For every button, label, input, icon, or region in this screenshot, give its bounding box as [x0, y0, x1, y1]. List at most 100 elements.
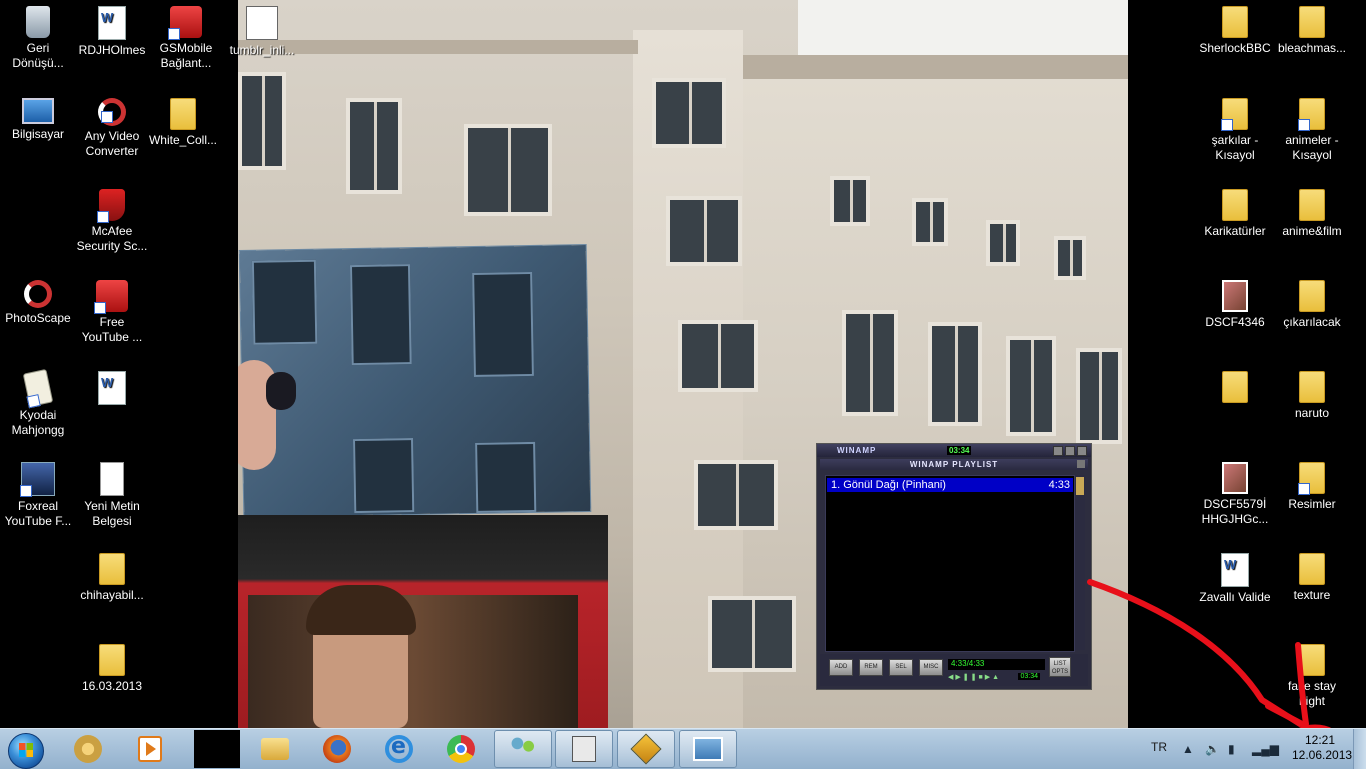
- taskbar-winamp[interactable]: [617, 730, 675, 768]
- desktop-icon-rdjholmes[interactable]: RDJHOlmes: [74, 6, 150, 58]
- folder-icon: [1299, 553, 1325, 585]
- taskbar-blank-app[interactable]: [188, 730, 246, 768]
- taskbar-explorer[interactable]: [246, 730, 304, 768]
- volume-icon[interactable]: 🔈: [1205, 742, 1220, 756]
- winamp-mini-time: 03:34: [947, 446, 972, 455]
- scrollbar-thumb[interactable]: [1076, 477, 1084, 495]
- taskbar-firefox[interactable]: [308, 730, 366, 768]
- taskbar-photo-viewer[interactable]: [679, 730, 737, 768]
- paint-icon: [74, 735, 102, 763]
- folder-icon: [1299, 371, 1325, 403]
- wallpaper-window: [694, 460, 778, 530]
- desktop-icon-animeler-shortcut[interactable]: animeler - Kısayol: [1274, 98, 1350, 163]
- winamp-titlebar[interactable]: WINAMP 03:34: [817, 444, 1091, 457]
- desktop-icon-resimler[interactable]: Resimler: [1274, 462, 1350, 512]
- select-button[interactable]: SEL: [889, 659, 913, 676]
- desktop-icon-white-collar[interactable]: White_Coll...: [145, 98, 221, 148]
- track-duration: 4:33: [1048, 479, 1070, 491]
- wallpaper-window: [346, 98, 402, 194]
- winamp-icon: [630, 733, 662, 765]
- show-desktop-button[interactable]: [1353, 729, 1366, 769]
- remove-button[interactable]: REM: [859, 659, 883, 676]
- folder-icon: [1222, 189, 1248, 221]
- winamp-title: WINAMP: [837, 446, 877, 455]
- blank-app-icon: [194, 730, 240, 768]
- desktop-icon-sarkilar-shortcut[interactable]: şarkılar - Kısayol: [1197, 98, 1273, 163]
- desktop-icon-anime-film[interactable]: anime&film: [1274, 189, 1350, 239]
- desktop-icon-chihayabil[interactable]: chihayabil...: [74, 553, 150, 603]
- gsmobile-icon: [168, 6, 202, 40]
- winamp-mini-transport[interactable]: ◀▶❚❚■▶▲ 03:34: [948, 673, 1042, 683]
- wallpaper-window: [986, 220, 1020, 266]
- winamp-playlist[interactable]: 1. Gönül Dağı (Pinhani) 4:33: [825, 475, 1075, 652]
- desktop-icon-fake-stay-night[interactable]: fake stay night: [1274, 644, 1350, 709]
- firefox-icon: [323, 735, 351, 763]
- desktop-icon-dscf5579[interactable]: DSCF5579İ HHGJHGc...: [1197, 462, 1273, 527]
- list-options-button[interactable]: LIST OPTS: [1049, 657, 1071, 677]
- winamp-position-display: 4:33/4:33: [948, 659, 1045, 670]
- mcafee-shield-icon: [97, 189, 125, 223]
- desktop-icon-gsmobile[interactable]: GSMobile Bağlant...: [148, 6, 224, 71]
- word-document-icon: [1221, 553, 1249, 587]
- desktop-icon-any-video-converter[interactable]: Any Video Converter: [74, 98, 150, 159]
- wallpaper-window: [1076, 348, 1122, 444]
- winamp-playlist-controls: ADD REM SEL MISC 4:33/4:33 ◀▶❚❚■▶▲ 03:34…: [820, 654, 1088, 686]
- desktop-icon-recycle-bin[interactable]: Geri Dönüşü...: [0, 6, 76, 71]
- wallpaper-window: [708, 596, 796, 672]
- desktop-icon-mcafee[interactable]: McAfee Security Sc...: [74, 189, 150, 254]
- desktop-icon-photoscape[interactable]: PhotoScape: [0, 280, 76, 326]
- desktop-icon-karikaturler[interactable]: Karikatürler: [1197, 189, 1273, 239]
- power-icon[interactable]: ▮: [1228, 742, 1235, 756]
- close-icon[interactable]: [1077, 460, 1085, 468]
- folder-icon: [170, 98, 196, 130]
- start-button[interactable]: [2, 730, 48, 769]
- taskbar-chrome[interactable]: [432, 730, 490, 768]
- desktop-icon-16-03-2013[interactable]: 16.03.2013: [74, 644, 150, 694]
- transport-controls-icon[interactable]: ◀▶❚❚■▶▲: [948, 674, 1001, 681]
- desktop-icon-sherlockbbc[interactable]: SherlockBBC: [1197, 6, 1273, 56]
- desktop-icon-foxreal[interactable]: Foxreal YouTube F...: [0, 462, 76, 529]
- language-indicator[interactable]: TR: [1151, 740, 1167, 754]
- desktop-icon-naruto[interactable]: naruto: [1274, 371, 1350, 421]
- wallpaper-fingernail: [266, 372, 296, 410]
- winamp-playlist-title: WINAMP PLAYLIST: [909, 460, 999, 469]
- taskbar: TR ▲ 🔈 ▮ ▂▄▆ 12:21 12.06.2013: [0, 728, 1366, 769]
- desktop-icon-unnamed-folder[interactable]: [1197, 371, 1273, 406]
- winamp-playlist-titlebar[interactable]: WINAMP PLAYLIST: [820, 459, 1088, 470]
- show-hidden-icons-icon[interactable]: ▲: [1182, 742, 1194, 756]
- taskbar-media-player[interactable]: [121, 730, 179, 768]
- wallpaper-window: [912, 198, 948, 246]
- free-youtube-icon: [94, 280, 128, 314]
- taskbar-clock[interactable]: 12:21 12.06.2013: [1292, 733, 1352, 763]
- desktop-icon-word-doc[interactable]: [74, 371, 150, 408]
- add-button[interactable]: ADD: [829, 659, 853, 676]
- desktop-icon-kyodai-mahjongg[interactable]: Kyodai Mahjongg: [0, 368, 76, 438]
- desktop-icon-texture[interactable]: texture: [1274, 553, 1350, 603]
- winamp-playlist-scrollbar[interactable]: [1075, 475, 1085, 650]
- taskbar-internet-explorer[interactable]: [370, 730, 428, 768]
- winamp-window[interactable]: WINAMP 03:34 WINAMP PLAYLIST 1. Gönül Da…: [816, 443, 1092, 690]
- desktop-icon-computer[interactable]: Bilgisayar: [0, 98, 76, 142]
- video-converter-icon: [98, 98, 126, 126]
- desktop-icon-cikarilacak[interactable]: çıkarılacak: [1274, 280, 1350, 330]
- taskbar-paint[interactable]: [59, 730, 117, 768]
- taskbar-messenger[interactable]: [494, 730, 552, 768]
- desktop-icon-dscf4346[interactable]: DSCF4346: [1197, 280, 1273, 330]
- shade-icon[interactable]: [1065, 446, 1075, 456]
- wallpaper-poster-hair: [306, 585, 416, 635]
- foxreal-icon: [20, 462, 55, 497]
- network-signal-icon[interactable]: ▂▄▆: [1252, 742, 1279, 756]
- word-document-icon: [98, 371, 126, 405]
- taskbar-disk-app[interactable]: [555, 730, 613, 768]
- minimize-icon[interactable]: [1053, 446, 1063, 456]
- misc-button[interactable]: MISC: [919, 659, 943, 676]
- playlist-track[interactable]: 1. Gönül Dağı (Pinhani) 4:33: [827, 478, 1073, 492]
- close-icon[interactable]: [1077, 446, 1087, 456]
- wallpaper-window: [1006, 336, 1056, 436]
- desktop-icon-free-youtube[interactable]: Free YouTube ...: [74, 280, 150, 345]
- desktop-icon-tumblr[interactable]: tumblr_inli...: [224, 6, 300, 58]
- chrome-icon: [447, 735, 475, 763]
- desktop-icon-zavalli-valide[interactable]: Zavallı Valide: [1197, 553, 1273, 605]
- desktop-icon-bleachmas[interactable]: bleachmas...: [1274, 6, 1350, 56]
- desktop-icon-yeni-metin-belgesi[interactable]: Yeni Metin Belgesi: [74, 462, 150, 529]
